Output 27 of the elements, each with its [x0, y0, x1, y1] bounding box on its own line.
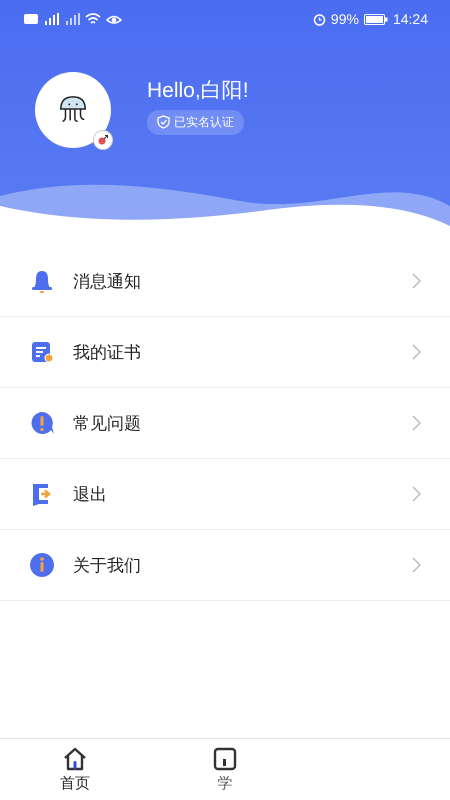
chevron-right-icon: [412, 557, 421, 573]
menu-item[interactable]: 我的证书: [0, 317, 450, 388]
tab-item[interactable]: 首页: [0, 739, 150, 800]
menu-item[interactable]: 常见问题: [0, 388, 450, 459]
menu-item[interactable]: 关于我们: [0, 530, 450, 601]
shield-check-icon: [157, 115, 170, 129]
info-icon: [28, 551, 56, 579]
chevron-right-icon: [412, 486, 421, 502]
chevron-right-icon: [412, 273, 421, 289]
wifi-icon: [85, 13, 101, 25]
clock-time: 14:24: [392, 11, 428, 27]
greeting-text: Hello,白阳!: [147, 78, 249, 104]
verified-text: 已实名认证: [174, 114, 234, 130]
chevron-right-icon: [412, 344, 421, 360]
signal-icon: [43, 13, 59, 25]
alarm-icon: [312, 12, 326, 26]
book-icon: [212, 746, 238, 770]
eye-icon: [106, 13, 122, 25]
home-icon: [62, 746, 88, 770]
male-icon: [93, 130, 113, 150]
tab-item[interactable]: 学: [150, 739, 300, 800]
chevron-right-icon: [412, 415, 421, 431]
signal-icon: [64, 13, 80, 25]
menu-item[interactable]: 退出: [0, 459, 450, 530]
menu-item[interactable]: 消息通知: [0, 246, 450, 317]
battery-icon: [364, 14, 388, 24]
battery-percent: 99%: [330, 11, 359, 27]
